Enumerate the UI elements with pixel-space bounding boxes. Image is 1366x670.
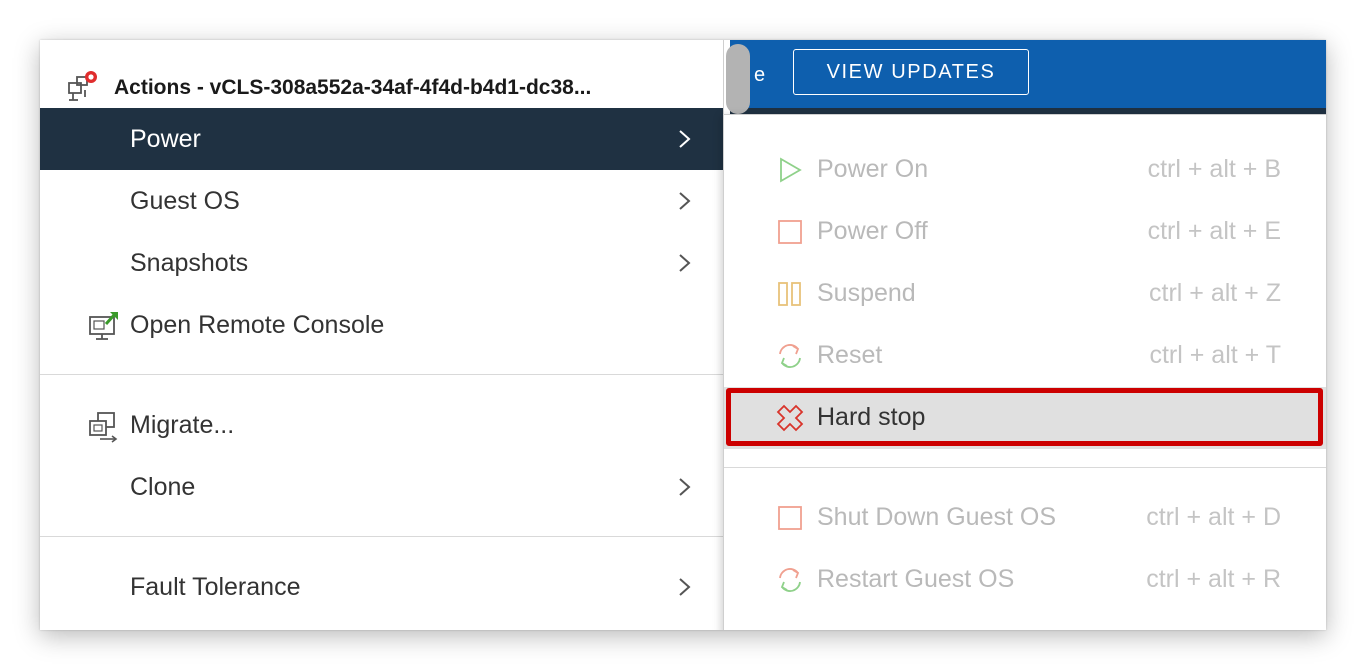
shortcut-text: ctrl + alt + D xyxy=(1146,503,1281,531)
view-updates-button[interactable]: VIEW UPDATES xyxy=(793,49,1029,95)
actions-menu: Actions - vCLS-308a552a-34af-4f4d-b4d1-d… xyxy=(40,40,750,630)
submenu-item-label: Power Off xyxy=(817,217,928,245)
shortcut-text: ctrl + alt + T xyxy=(1149,341,1281,369)
pause-icon xyxy=(778,282,801,306)
remote-console-icon xyxy=(89,312,118,340)
menu-item-label: Migrate... xyxy=(130,410,235,439)
chevron-right-icon xyxy=(679,578,691,596)
shortcut-text: ctrl + alt + B xyxy=(1147,155,1281,183)
submenu-item-label: Restart Guest OS xyxy=(817,565,1015,593)
chevron-right-icon xyxy=(679,478,691,496)
menu-item-label: Power xyxy=(130,124,201,153)
banner-text: e xyxy=(754,64,766,86)
hard-stop-icon xyxy=(776,404,804,432)
shortcut-text: ctrl + alt + Z xyxy=(1149,279,1281,307)
menu-item-migrate[interactable]: Migrate... xyxy=(40,394,723,456)
submenu-item-restart-guest-os[interactable]: Restart Guest OS ctrl + alt + R xyxy=(724,549,1326,611)
actions-title: Actions - vCLS-308a552a-34af-4f4d-b4d1-d… xyxy=(114,76,592,99)
submenu-item-label: Suspend xyxy=(817,279,916,307)
stop-square-icon xyxy=(778,220,802,244)
submenu-item-power-on[interactable]: Power On ctrl + alt + B xyxy=(724,139,1326,201)
menu-divider xyxy=(40,374,723,375)
migrate-icon xyxy=(89,412,118,443)
submenu-item-label: Reset xyxy=(817,341,883,369)
power-submenu: Power On ctrl + alt + B Power Off ctrl +… xyxy=(723,114,1326,630)
reset-icon xyxy=(779,344,801,368)
menu-item-label: Fault Tolerance xyxy=(130,572,301,601)
actions-header: Actions - vCLS-308a552a-34af-4f4d-b4d1-d… xyxy=(40,66,723,110)
submenu-item-label: Hard stop xyxy=(817,403,926,431)
submenu-item-label: Shut Down Guest OS xyxy=(817,503,1057,531)
submenu-item-shut-down-guest-os[interactable]: Shut Down Guest OS ctrl + alt + D xyxy=(724,487,1326,549)
menu-scrollbar[interactable] xyxy=(726,44,750,114)
menu-item-label: Open Remote Console xyxy=(130,310,385,339)
chevron-right-icon xyxy=(679,254,691,272)
shortcut-text: ctrl + alt + E xyxy=(1147,217,1281,245)
menu-divider xyxy=(40,536,723,537)
menu-item-guest-os[interactable]: Guest OS xyxy=(40,170,723,232)
menu-item-label: Snapshots xyxy=(130,248,249,277)
menu-item-open-remote-console[interactable]: Open Remote Console xyxy=(40,294,723,356)
shortcut-text: ctrl + alt + R xyxy=(1146,565,1281,593)
play-icon xyxy=(780,157,802,183)
menu-item-power[interactable]: Power xyxy=(40,108,723,170)
submenu-item-power-off[interactable]: Power Off ctrl + alt + E xyxy=(724,201,1326,263)
submenu-divider xyxy=(724,467,1326,468)
submenu-item-reset[interactable]: Reset ctrl + alt + T xyxy=(724,325,1326,387)
submenu-item-suspend[interactable]: Suspend ctrl + alt + Z xyxy=(724,263,1326,325)
menu-item-fault-tolerance[interactable]: Fault Tolerance xyxy=(40,556,723,618)
menu-item-snapshots[interactable]: Snapshots xyxy=(40,232,723,294)
stop-square-icon xyxy=(778,506,802,530)
reset-icon xyxy=(779,568,801,592)
submenu-item-label: Power On xyxy=(817,155,929,183)
menu-item-clone[interactable]: Clone xyxy=(40,456,723,518)
vsphere-window: e VIEW UPDATES Actions - vCLS-308a552a-3… xyxy=(40,40,1326,630)
submenu-item-hard-stop[interactable]: Hard stop xyxy=(724,387,1326,449)
vm-alert-icon xyxy=(68,71,97,101)
menu-item-label: Clone xyxy=(130,472,196,501)
chevron-right-icon xyxy=(679,192,691,210)
chevron-right-icon xyxy=(679,130,691,148)
menu-item-label: Guest OS xyxy=(130,186,240,215)
